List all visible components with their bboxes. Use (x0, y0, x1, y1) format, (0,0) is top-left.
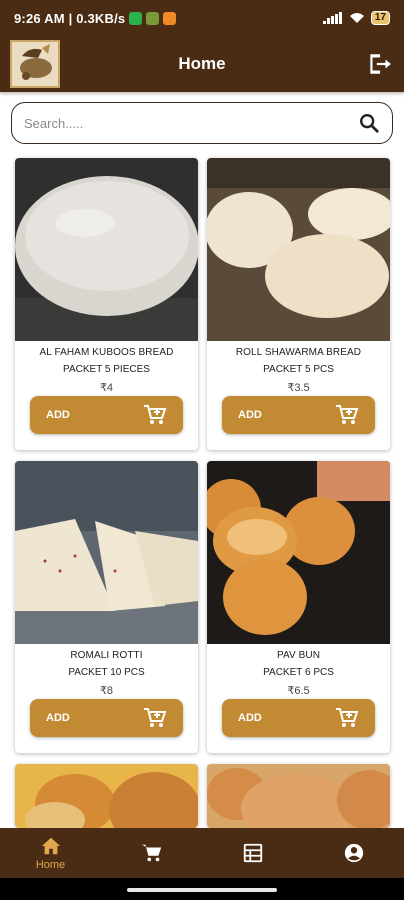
nav-home[interactable]: Home (21, 835, 81, 871)
product-card[interactable]: ROMALI ROTTI PACKET 10 PCS ₹8 ADD (15, 461, 198, 753)
search-input[interactable] (24, 115, 358, 131)
app-bar: Home (0, 36, 404, 92)
system-navigation-bar (0, 878, 404, 900)
add-label: ADD (46, 712, 70, 724)
nav-orders[interactable] (223, 842, 283, 864)
orders-icon (243, 843, 262, 863)
whatsapp-icon (129, 11, 143, 25)
battery-icon: 17 (370, 11, 390, 25)
product-packet: PACKET 5 PCS (263, 364, 334, 375)
product-card[interactable] (207, 764, 390, 828)
signal-icon (322, 12, 342, 24)
profile-icon (344, 843, 363, 863)
add-label: ADD (46, 409, 70, 421)
app-notification-icon (163, 11, 177, 25)
notification-icons (129, 11, 177, 25)
app-notification-icon (146, 11, 160, 25)
status-bar: 9:26 AM | 0.3KB/s 17 (0, 0, 404, 36)
product-image (207, 461, 390, 644)
add-to-cart-icon (336, 405, 359, 424)
product-name: PAV BUN (276, 650, 321, 661)
add-button[interactable]: ADD (30, 699, 183, 737)
product-packet: PACKET 10 PCS (68, 667, 145, 678)
add-button[interactable]: ADD (222, 699, 375, 737)
product-image (207, 158, 390, 341)
product-price: ₹4 (99, 382, 114, 394)
product-name: ROLL SHAWARMA BREAD (235, 347, 362, 358)
product-card[interactable]: PAV BUN PACKET 6 PCS ₹6.5 ADD (207, 461, 390, 753)
add-to-cart-icon (144, 405, 167, 424)
product-card[interactable]: AL FAHAM KUBOOS BREAD PACKET 5 PIECES ₹4… (15, 158, 198, 450)
status-time: 9:26 AM | 0.3KB/s (14, 10, 126, 26)
bakery-logo (10, 40, 60, 88)
product-card[interactable]: ROLL SHAWARMA BREAD PACKET 5 PCS ₹3.5 AD… (207, 158, 390, 450)
product-card[interactable] (15, 764, 198, 828)
product-name: AL FAHAM KUBOOS BREAD (39, 347, 174, 358)
add-label: ADD (238, 409, 262, 421)
product-image (15, 158, 198, 341)
product-packet: PACKET 6 PCS (263, 667, 334, 678)
search-icon[interactable] (358, 112, 380, 134)
search-bar (11, 102, 393, 144)
product-price: ₹6.5 (287, 685, 310, 697)
add-to-cart-icon (144, 708, 167, 727)
wifi-icon (349, 13, 364, 23)
logout-icon[interactable] (366, 51, 392, 77)
home-gesture-pill[interactable] (127, 888, 277, 892)
nav-home-label: Home (35, 859, 66, 871)
product-image (15, 764, 198, 828)
cart-icon (141, 844, 161, 862)
add-button[interactable]: ADD (30, 396, 183, 434)
bottom-navigation: Home (0, 828, 404, 878)
add-to-cart-icon (336, 708, 359, 727)
nav-profile[interactable] (324, 842, 384, 864)
product-image (207, 764, 390, 828)
product-image (15, 461, 198, 644)
product-packet: PACKET 5 PIECES (63, 364, 150, 375)
add-button[interactable]: ADD (222, 396, 375, 434)
page-title: Home (178, 54, 226, 73)
product-price: ₹8 (99, 685, 114, 697)
product-price: ₹3.5 (287, 382, 310, 394)
nav-cart[interactable] (122, 842, 182, 864)
add-label: ADD (238, 712, 262, 724)
home-icon (41, 837, 60, 855)
product-name: ROMALI ROTTI (70, 650, 143, 661)
